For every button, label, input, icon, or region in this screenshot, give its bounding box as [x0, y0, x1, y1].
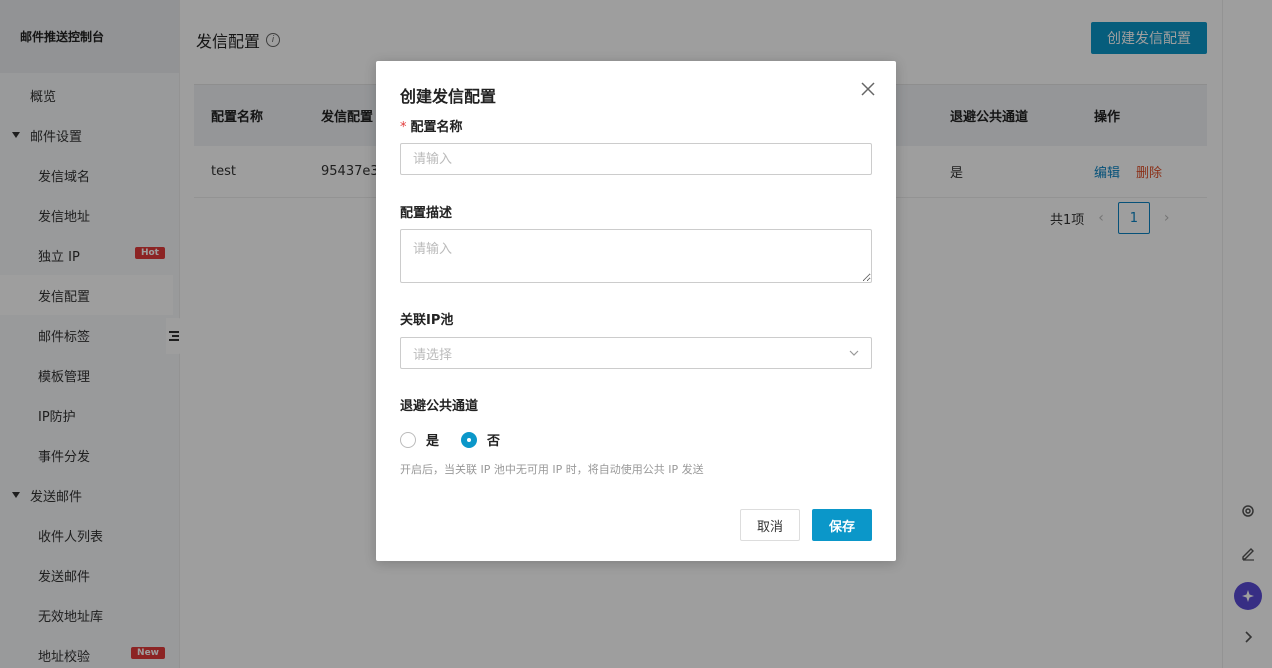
radio-label: 否 — [487, 434, 501, 449]
save-button[interactable]: 保存 — [812, 509, 872, 541]
fallback-label: 退避公共通道 — [400, 399, 479, 414]
radio-no[interactable]: 否 — [461, 430, 500, 449]
radio-circle[interactable] — [400, 431, 416, 448]
radio-label: 是 — [426, 434, 440, 449]
close-icon[interactable] — [860, 81, 876, 97]
config-name-input[interactable] — [400, 143, 872, 175]
select-placeholder: 请选择 — [413, 347, 453, 363]
ip-pool-label: 关联IP池 — [400, 313, 454, 328]
config-desc-input[interactable] — [400, 229, 872, 283]
label-text: 配置名称 — [410, 120, 463, 135]
dialog-title: 创建发信配置 — [400, 87, 497, 106]
cancel-button[interactable]: 取消 — [740, 509, 800, 541]
fallback-radio-group: 是 否 — [400, 430, 522, 449]
radio-yes[interactable]: 是 — [400, 430, 439, 449]
fallback-hint: 开启后，当关联 IP 池中无可用 IP 时，将自动使用公共 IP 发送 — [400, 463, 704, 476]
radio-circle-checked[interactable] — [461, 431, 478, 448]
required-mark: * — [400, 120, 407, 135]
config-name-label: * 配置名称 — [400, 116, 463, 135]
chevron-down-icon — [849, 350, 859, 356]
config-desc-label: 配置描述 — [400, 206, 453, 221]
ip-pool-select[interactable]: 请选择 — [400, 337, 872, 369]
create-config-dialog: 创建发信配置 *配置名称 配置描述 关联IP池 请选择 退避公共通道 是 否 开… — [376, 61, 896, 561]
